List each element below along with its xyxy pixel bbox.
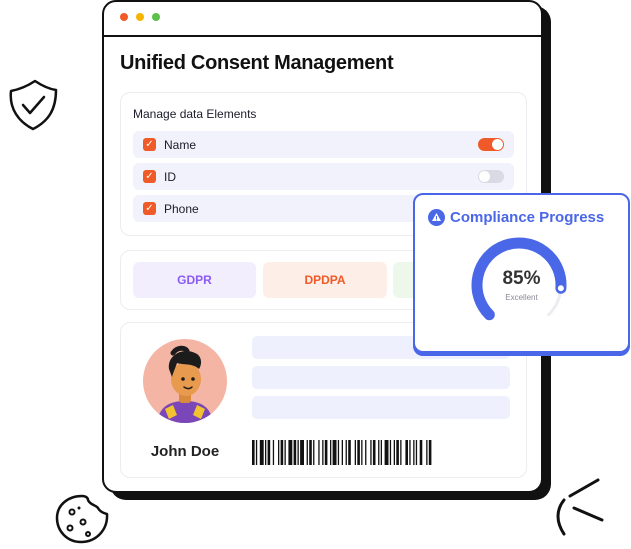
- barcode-bar: [293, 440, 297, 465]
- barcode-bar: [419, 440, 423, 465]
- barcode-bar: [348, 440, 351, 465]
- barcode-bar: [345, 440, 347, 465]
- barcode-bar: [267, 440, 271, 465]
- compliance-title: Compliance Progress: [450, 209, 605, 226]
- barcode-bar: [313, 440, 315, 465]
- barcode-bar: [280, 440, 284, 465]
- barcode-bar: [365, 440, 367, 465]
- tag-dpdpa[interactable]: DPDPA: [263, 262, 387, 298]
- barcode-bar: [354, 440, 356, 465]
- barcode-bar: [372, 440, 376, 465]
- shield-check-icon: [9, 79, 58, 131]
- checkbox-name[interactable]: ✓: [143, 138, 156, 151]
- barcode-bar: [337, 440, 340, 465]
- barcode-bar: [309, 440, 312, 465]
- barcode-bar: [384, 440, 389, 465]
- checkbox-phone[interactable]: ✓: [143, 202, 156, 215]
- panel-title: Manage data Elements: [133, 107, 257, 121]
- barcode-bar: [278, 440, 280, 465]
- barcode-bar: [393, 440, 395, 465]
- profile-field-3: [252, 396, 510, 419]
- barcode-bar: [405, 440, 408, 465]
- compliance-percent: 85%: [502, 268, 541, 289]
- barcode-bar: [378, 440, 380, 465]
- cookie-icon: [55, 494, 109, 544]
- barcode-bar: [265, 440, 267, 465]
- compliance-status: Excellent: [505, 293, 538, 302]
- profile-name: John Doe: [150, 443, 220, 460]
- barcode-bar: [428, 440, 432, 465]
- avatar: [143, 339, 227, 423]
- barcode-bar: [332, 440, 337, 465]
- data-element-row-name[interactable]: ✓ Name: [133, 131, 514, 158]
- barcode-bar: [415, 440, 418, 465]
- barcode-bar: [426, 440, 428, 465]
- barcode-bar: [341, 440, 343, 465]
- barcode-bar: [396, 440, 399, 465]
- barcode-bar: [255, 440, 258, 465]
- sparkle-lines-icon: [556, 478, 604, 536]
- barcode-bar: [370, 440, 372, 465]
- minimize-dot[interactable]: [136, 13, 144, 21]
- row-label: Name: [164, 138, 197, 152]
- barcode-bar: [297, 440, 299, 465]
- barcode-bar: [259, 440, 264, 465]
- barcode-bar: [272, 440, 275, 465]
- maximize-dot[interactable]: [152, 13, 160, 21]
- row-label: ID: [164, 170, 176, 184]
- close-dot[interactable]: [120, 13, 128, 21]
- toggle-id[interactable]: [478, 170, 504, 183]
- barcode-bar: [361, 440, 363, 465]
- barcode-bar: [300, 440, 304, 465]
- person-illustration: [157, 345, 213, 423]
- row-label: Phone: [164, 202, 199, 216]
- barcode-bar: [330, 440, 332, 465]
- profile-field-2: [252, 366, 510, 389]
- barcode-bar: [322, 440, 324, 465]
- checkbox-id[interactable]: ✓: [143, 170, 156, 183]
- barcode-bar: [409, 440, 411, 465]
- compliance-progress-card: Compliance Progress 85% Excellent: [413, 193, 630, 353]
- barcode-bar: [284, 440, 286, 465]
- page-title: Unified Consent Management: [120, 52, 394, 74]
- title-bar: [104, 2, 541, 37]
- barcode: [252, 440, 432, 465]
- barcode-bar: [400, 440, 402, 465]
- barcode-bar: [306, 440, 308, 465]
- barcode-bar: [357, 440, 360, 465]
- alert-triangle-icon: [428, 209, 445, 226]
- barcode-bar: [413, 440, 415, 465]
- toggle-name[interactable]: [478, 138, 504, 151]
- barcode-bar: [288, 440, 293, 465]
- barcode-bar: [380, 440, 382, 465]
- barcode-bar: [389, 440, 392, 465]
- barcode-bar: [252, 440, 255, 465]
- tag-gdpr[interactable]: GDPR: [133, 262, 256, 298]
- barcode-bar: [324, 440, 328, 465]
- data-element-row-id[interactable]: ✓ ID: [133, 163, 514, 190]
- barcode-bar: [318, 440, 320, 465]
